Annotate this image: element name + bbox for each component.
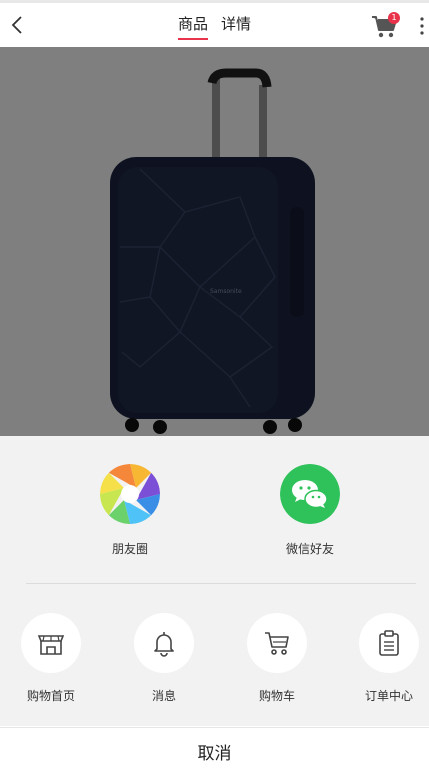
nav-store-home-label: 购物首页 [26, 689, 75, 703]
moments-icon [100, 464, 160, 524]
nav-circle [359, 613, 419, 673]
nav-store-home[interactable]: 购物首页 [6, 613, 96, 704]
dim-overlay[interactable] [0, 47, 429, 436]
nav-messages[interactable]: 消息 [119, 613, 209, 704]
nav-circle [134, 613, 194, 673]
nav-messages-label: 消息 [151, 689, 176, 703]
wechat-icon [280, 464, 340, 524]
share-moments[interactable]: 朋友圈 [70, 464, 190, 557]
tab-details[interactable]: 详情 [221, 13, 251, 39]
cart-icon [265, 632, 289, 655]
nav-order-center-label: 订单中心 [364, 689, 413, 703]
clipboard-icon [379, 630, 399, 656]
product-tabs: 商品 详情 [0, 13, 429, 40]
share-sheet: 朋友圈 微信好友 购物首页 消息 购物车 订单中心 [0, 436, 429, 726]
cart-badge: 1 [388, 12, 400, 24]
share-wechat-friend[interactable]: 微信好友 [250, 464, 370, 557]
share-moments-label: 朋友圈 [111, 542, 148, 556]
more-vertical-icon[interactable] [418, 15, 426, 37]
nav-circle [247, 613, 307, 673]
share-wechat-label: 微信好友 [285, 542, 334, 556]
header: 商品 详情 1 [0, 3, 429, 47]
cancel-button[interactable]: 取消 [0, 727, 429, 781]
divider [26, 583, 416, 584]
nav-cart-label: 购物车 [258, 689, 295, 703]
nav-circle [21, 613, 81, 673]
nav-cart[interactable]: 购物车 [232, 613, 322, 704]
nav-order-center[interactable]: 订单中心 [344, 613, 429, 704]
store-icon [37, 635, 65, 655]
bell-icon [154, 632, 174, 657]
tab-product[interactable]: 商品 [177, 13, 208, 40]
